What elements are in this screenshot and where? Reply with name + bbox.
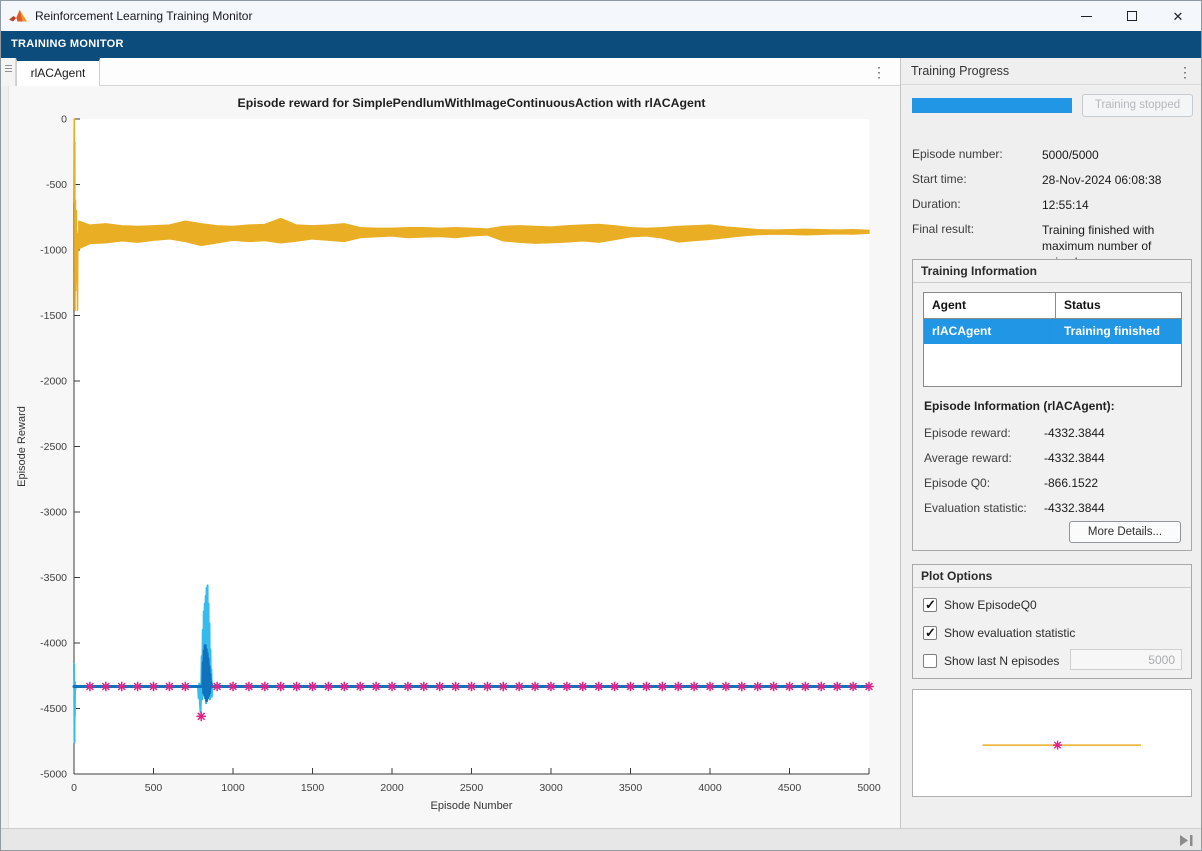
svg-text:5000: 5000 — [857, 782, 881, 794]
training-information-section: Training Information Agent Status rlACAg… — [912, 259, 1192, 551]
mini-plot — [913, 690, 1191, 796]
stat-label: Episode reward: — [924, 426, 1011, 440]
cell-status: Training finished — [1056, 319, 1181, 344]
figure-area: 0 500 1000 1500 2000 2500 3000 3500 4000 4500 5000… — [8, 86, 900, 828]
svg-text:-4000: -4000 — [40, 638, 67, 650]
svg-text:500: 500 — [145, 782, 163, 794]
close-icon: ✕ — [1173, 10, 1184, 23]
tab-label: rlACAgent — [31, 66, 86, 80]
svg-text:-3000: -3000 — [40, 507, 67, 519]
field-label: Start time: — [912, 172, 967, 186]
svg-text:2500: 2500 — [460, 782, 484, 794]
minimize-button[interactable] — [1063, 1, 1109, 31]
svg-text:0: 0 — [71, 782, 77, 794]
app-window: Reinforcement Learning Training Monitor … — [0, 0, 1202, 851]
svg-text:3000: 3000 — [539, 782, 563, 794]
expand-right-button[interactable] — [1179, 834, 1195, 847]
field-value: 28-Nov-2024 06:08:38 — [1042, 172, 1194, 188]
tab-strip-menu-button[interactable]: ⋮ — [870, 62, 888, 82]
panel-menu-button[interactable]: ⋮ — [1177, 62, 1193, 82]
field-value: 5000/5000 — [1042, 147, 1194, 163]
close-button[interactable]: ✕ — [1155, 1, 1201, 31]
ribbon-tab-training-monitor[interactable]: TRAINING MONITOR — [1, 31, 134, 58]
training-progress-bar — [912, 98, 1072, 113]
svg-text:3500: 3500 — [619, 782, 643, 794]
svg-text:-500: -500 — [46, 179, 67, 191]
mini-plot-panel — [912, 689, 1192, 797]
svg-text:4500: 4500 — [778, 782, 802, 794]
minimize-icon — [1081, 16, 1092, 17]
svg-text:4000: 4000 — [698, 782, 722, 794]
svg-text:0: 0 — [61, 114, 67, 126]
show-last-n-episodes-checkbox[interactable] — [923, 654, 937, 668]
tab-rlacagent[interactable]: rlACAgent — [16, 58, 100, 86]
show-evaluation-statistic-checkbox[interactable] — [923, 626, 937, 640]
stat-label: Average reward: — [924, 451, 1012, 465]
svg-text:2000: 2000 — [380, 782, 404, 794]
progress-fill — [912, 98, 1072, 113]
kebab-icon: ⋮ — [1178, 64, 1192, 80]
grip-icon — [5, 65, 12, 74]
svg-text:-1500: -1500 — [40, 310, 67, 322]
episode-info-title: Episode Information (rlACAgent): — [924, 399, 1115, 413]
svg-text:Episode reward for SimplePendl: Episode reward for SimplePendlumWithImag… — [238, 96, 706, 110]
svg-text:1500: 1500 — [301, 782, 325, 794]
show-episodeq0-checkbox[interactable] — [923, 598, 937, 612]
svg-text:Episode Reward: Episode Reward — [16, 406, 28, 487]
plot-options-section: Plot Options Show EpisodeQ0 Show evaluat… — [912, 564, 1192, 679]
stat-value: -866.1522 — [1044, 476, 1098, 490]
svg-text:-5000: -5000 — [40, 769, 67, 781]
panel-header: Training Progress ⋮ — [901, 58, 1202, 85]
section-title: Plot Options — [913, 565, 1191, 588]
column-header-agent: Agent — [924, 293, 1056, 318]
maximize-button[interactable] — [1109, 1, 1155, 31]
last-n-episodes-input[interactable] — [1070, 649, 1182, 670]
checkbox-row-show-last-n-episodes: Show last N episodes — [923, 652, 1059, 670]
title-bar: Reinforcement Learning Training Monitor … — [1, 1, 1201, 31]
svg-text:-1000: -1000 — [40, 245, 67, 257]
checkbox-row-show-episodeq0: Show EpisodeQ0 — [923, 596, 1037, 614]
stat-value: -4332.3844 — [1044, 426, 1105, 440]
svg-text:1000: 1000 — [221, 782, 245, 794]
more-details-button[interactable]: More Details... — [1069, 521, 1181, 543]
training-progress-panel: Training Progress ⋮ Training stopped Epi… — [901, 58, 1202, 828]
svg-text:-2000: -2000 — [40, 376, 67, 388]
svg-text:-4500: -4500 — [40, 703, 67, 715]
field-label: Duration: — [912, 197, 961, 211]
maximize-icon — [1127, 11, 1137, 21]
checkbox-label: Show EpisodeQ0 — [944, 598, 1037, 612]
field-label: Episode number: — [912, 147, 1003, 161]
checkbox-label: Show evaluation statistic — [944, 626, 1075, 640]
section-title: Training Information — [913, 260, 1191, 283]
bottom-collapsed-bar — [1, 828, 1201, 851]
training-stopped-button[interactable]: Training stopped — [1082, 94, 1193, 117]
document-tab-strip: rlACAgent ⋮ — [1, 58, 900, 86]
toolstrip-ribbon: TRAINING MONITOR — [1, 31, 1201, 58]
stat-label: Evaluation statistic: — [924, 501, 1027, 515]
svg-text:Episode Number: Episode Number — [431, 800, 513, 812]
cell-agent: rlACAgent — [924, 319, 1056, 344]
column-header-status: Status — [1056, 293, 1181, 318]
skip-right-icon — [1180, 835, 1188, 846]
field-label: Final result: — [912, 222, 974, 236]
window-title: Reinforcement Learning Training Monitor — [35, 9, 252, 23]
panel-grip[interactable] — [1, 58, 16, 86]
checkbox-label: Show last N episodes — [944, 654, 1059, 668]
episode-reward-chart: 0 500 1000 1500 2000 2500 3000 3500 4000 4500 5000… — [9, 86, 900, 828]
agents-table: Agent Status rlACAgent Training finished — [923, 292, 1182, 387]
field-value: 12:55:14 — [1042, 197, 1194, 213]
stat-value: -4332.3844 — [1044, 451, 1105, 465]
svg-text:-3500: -3500 — [40, 572, 67, 584]
panel-title: Training Progress — [911, 64, 1009, 78]
matlab-logo-icon — [9, 9, 27, 24]
svg-text:-2500: -2500 — [40, 441, 67, 453]
stat-value: -4332.3844 — [1044, 501, 1105, 515]
kebab-icon: ⋮ — [872, 64, 886, 80]
table-header-row: Agent Status — [924, 293, 1181, 319]
checkbox-row-show-evaluation-statistic: Show evaluation statistic — [923, 624, 1075, 642]
table-row[interactable]: rlACAgent Training finished — [924, 319, 1181, 344]
stat-label: Episode Q0: — [924, 476, 990, 490]
